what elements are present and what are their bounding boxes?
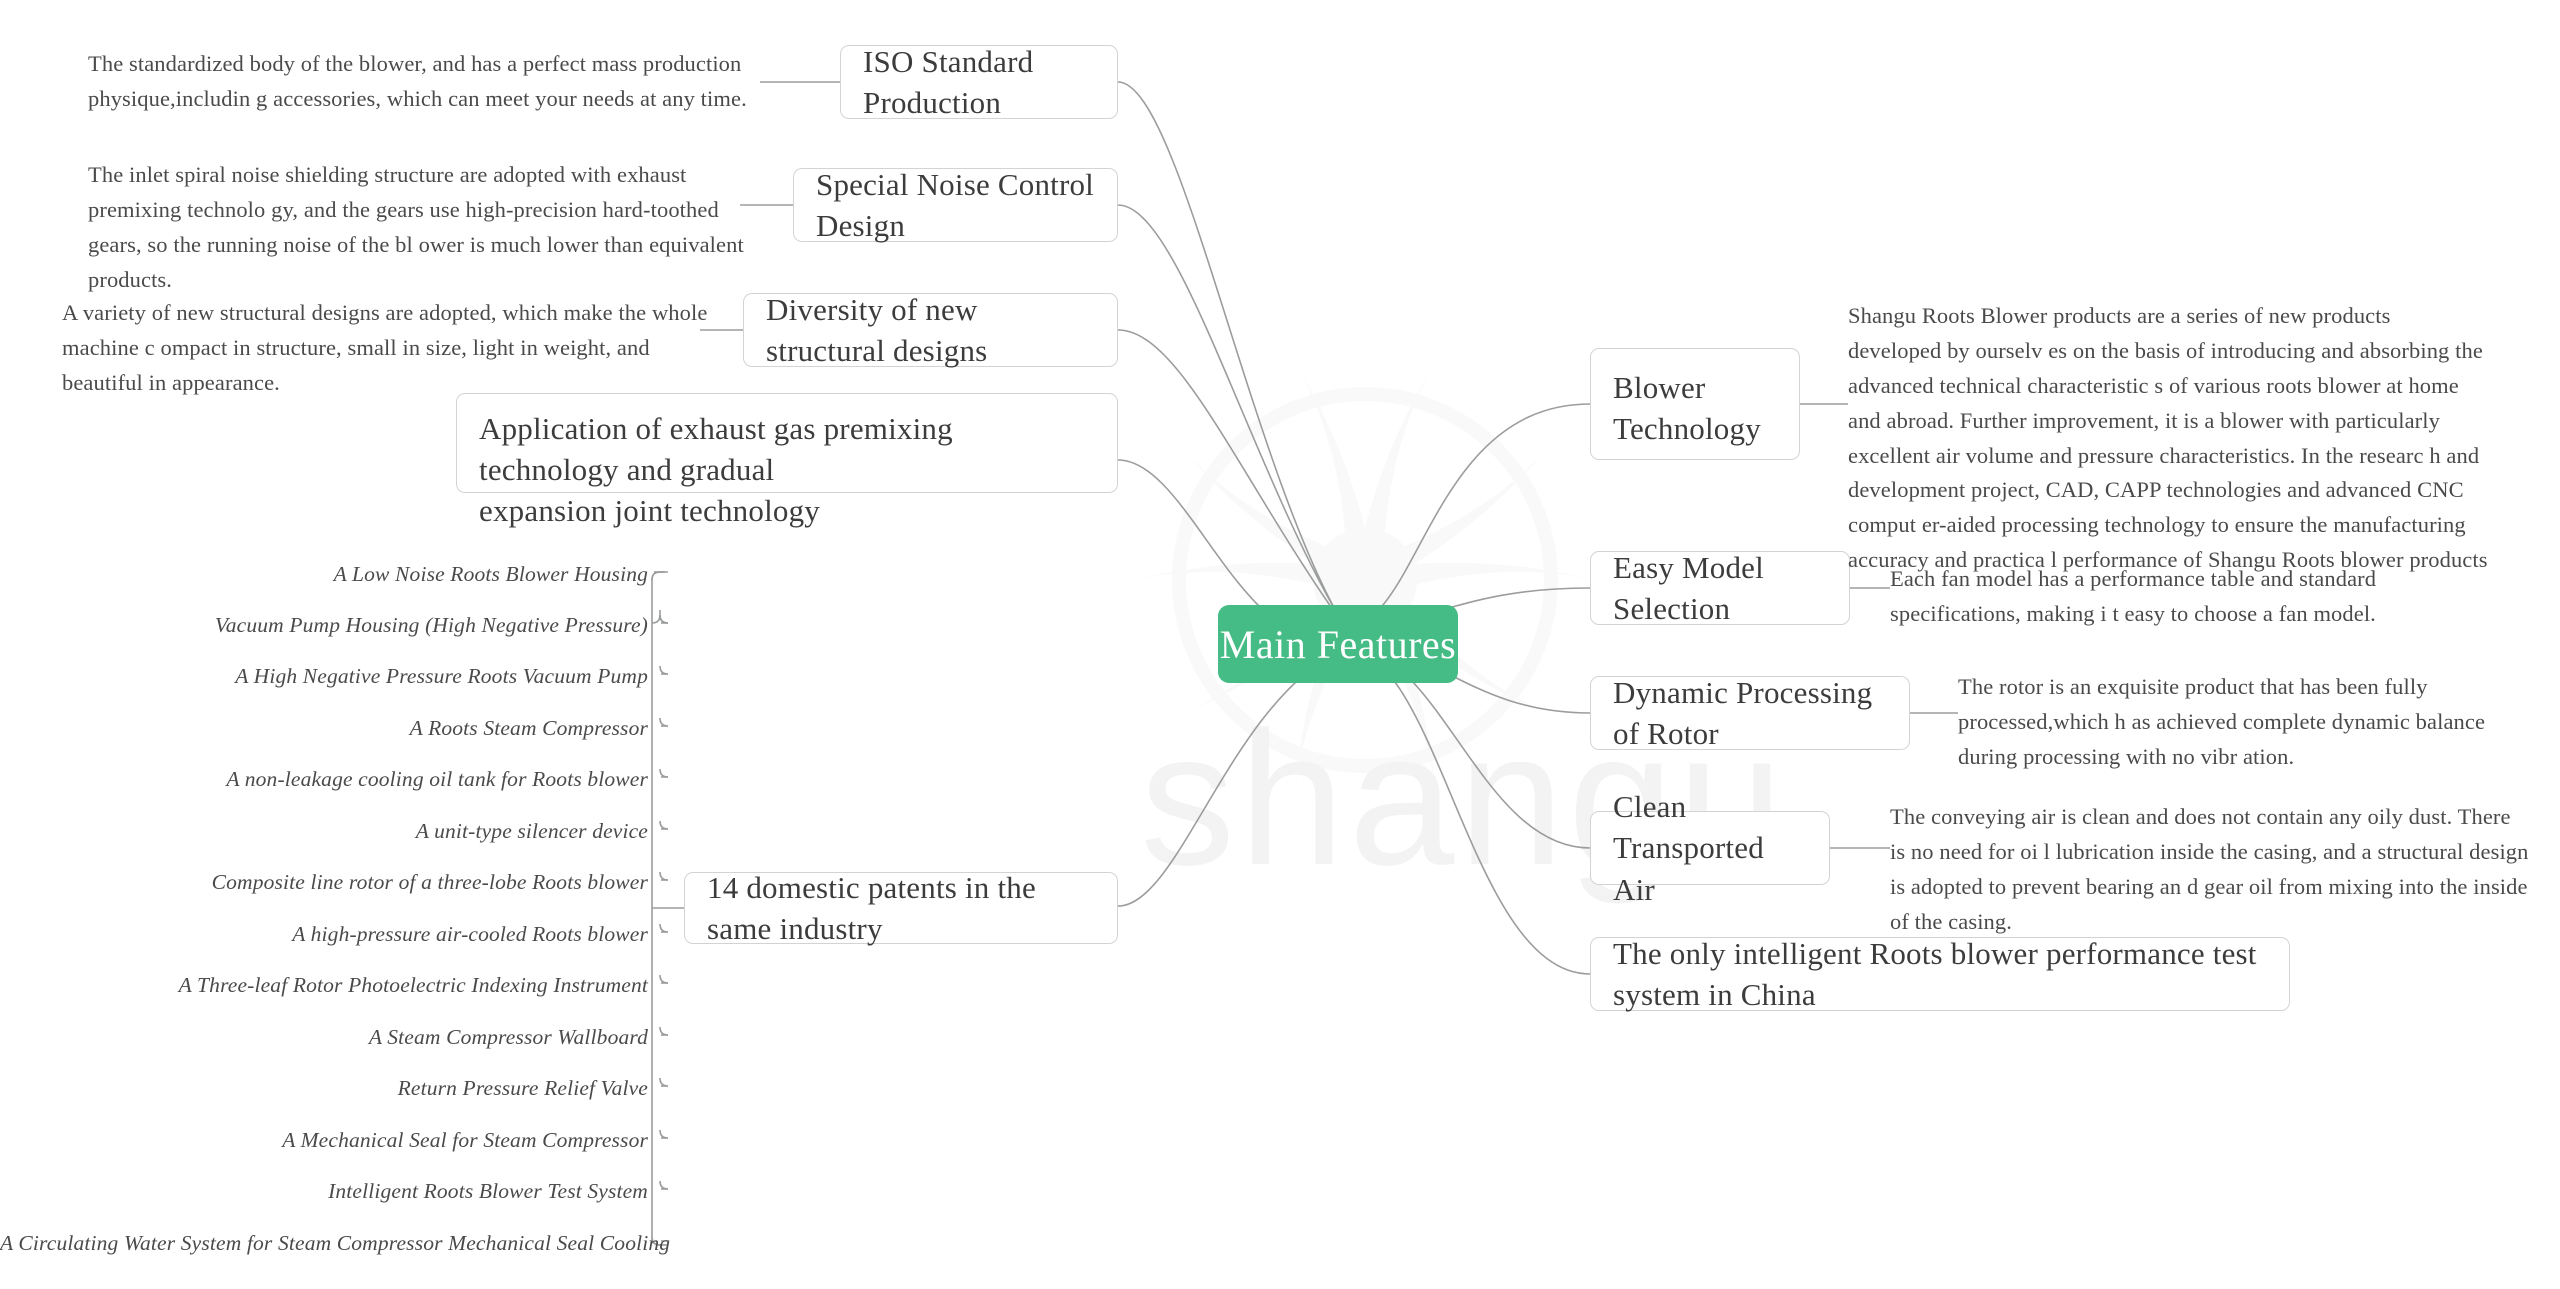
patent-list-item[interactable]: A High Negative Pressure Roots Vacuum Pu… [0, 664, 648, 689]
patent-list-item[interactable]: A Low Noise Roots Blower Housing [0, 562, 648, 587]
patent-list-item[interactable]: Composite line rotor of a three-lobe Roo… [0, 870, 648, 895]
description-line: ation. [2242, 743, 2295, 769]
blower-technology-description: Shangu Roots Blower products are a serie… [1848, 299, 2488, 578]
center-node-label: Main Features [1219, 621, 1457, 667]
node-label: Special Noise Control Design [816, 166, 1094, 243]
patent-list-item[interactable]: A unit-type silencer device [0, 819, 648, 844]
node-label-line: Technology [1613, 411, 1761, 447]
dynamic-processing-of-rotor-description: The rotor is an exquisite product that h… [1958, 670, 2518, 775]
mindmap-canvas: shangu The standardized body of the blow… [0, 0, 2560, 1289]
patent-label: Vacuum Pump Housing (High Negative Press… [214, 613, 648, 637]
easy-model-selection-description: Each fan model has a performance table a… [1890, 562, 2510, 632]
patent-list-item[interactable]: A Three-leaf Rotor Photoelectric Indexin… [0, 973, 648, 998]
patent-label: A high-pressure air-cooled Roots blower [292, 922, 648, 946]
node-clean-transported-air[interactable]: Clean Transported Air [1590, 789, 1830, 907]
patent-label: A High Negative Pressure Roots Vacuum Pu… [235, 664, 648, 688]
node-special-noise-control-design[interactable]: Special Noise Control Design [793, 167, 1118, 243]
special-noise-control-design-description: The inlet spiral noise shielding structu… [88, 158, 748, 298]
patent-label: Composite line rotor of a three-lobe Roo… [211, 870, 648, 894]
node-label-line: expansion joint technology [479, 493, 820, 529]
node-label: ISO Standard Production [863, 43, 1034, 120]
patent-label: A unit-type silencer device [415, 819, 648, 843]
node-easy-model-selection[interactable]: Easy Model Selection [1590, 550, 1850, 626]
patent-label: A Roots Steam Compressor [409, 716, 648, 740]
node-blower-technology[interactable]: Blower Technology [1590, 348, 1800, 460]
node-label: Easy Model Selection [1613, 549, 1764, 626]
node-label: Clean Transported Air [1613, 789, 1764, 907]
iso-standard-production-description: The standardized body of the blower, and… [88, 47, 778, 117]
center-node-main-features[interactable]: Main Features [1218, 605, 1458, 683]
patent-list-item[interactable]: A Roots Steam Compressor [0, 716, 648, 741]
node-iso-standard-production[interactable]: ISO Standard Production [840, 44, 1118, 120]
node-label-line: Blower [1613, 370, 1706, 405]
node-domestic-patents[interactable]: 14 domestic patents in the same industry [684, 870, 1118, 946]
patent-list-item[interactable]: Vacuum Pump Housing (High Negative Press… [0, 613, 648, 638]
patent-label: Return Pressure Relief Valve [397, 1076, 648, 1100]
patent-list-item[interactable]: A non-leakage cooling oil tank for Roots… [0, 767, 648, 792]
description-line: t easy to choose a fan model. [2112, 600, 2376, 626]
node-intelligent-test-system[interactable]: The only intelligent Roots blower perfor… [1590, 936, 2290, 1012]
clean-transported-air-description: The conveying air is clean and does not … [1890, 800, 2530, 940]
description-line: g accessories, which can meet your needs… [256, 85, 747, 111]
patent-label: A Low Noise Roots Blower Housing [333, 562, 648, 586]
node-label-line: Application of exhaust gas premixing tec… [479, 411, 953, 488]
node-label: Dynamic Processing of Rotor [1613, 674, 1873, 751]
patent-list-item[interactable]: Return Pressure Relief Valve [0, 1076, 648, 1101]
node-label: Diversity of new structural designs [766, 291, 988, 368]
patent-label: A Steam Compressor Wallboard [368, 1025, 648, 1049]
patent-list-item[interactable]: A Circulating Water System for Steam Com… [0, 1231, 670, 1256]
node-diversity-of-new-structural-designs[interactable]: Diversity of new structural designs [743, 292, 1118, 368]
patent-label: A Mechanical Seal for Steam Compressor [282, 1128, 648, 1152]
patent-label: Intelligent Roots Blower Test System [328, 1179, 648, 1203]
node-label: 14 domestic patents in the same industry [707, 869, 1036, 946]
diversity-of-new-structural-designs-description: A variety of new structural designs are … [62, 296, 712, 401]
node-label: The only intelligent Roots blower perfor… [1613, 935, 2257, 1012]
patent-label: A Three-leaf Rotor Photoelectric Indexin… [178, 973, 648, 997]
patent-list-item[interactable]: Intelligent Roots Blower Test System [0, 1179, 648, 1204]
patent-label: A non-leakage cooling oil tank for Roots… [226, 767, 648, 791]
node-exhaust-gas-premixing-technology[interactable]: Application of exhaust gas premixing tec… [456, 393, 1118, 528]
patent-label: A Circulating Water System for Steam Com… [0, 1231, 671, 1255]
patent-list-item[interactable]: A high-pressure air-cooled Roots blower [0, 922, 648, 947]
patent-list-item[interactable]: A Mechanical Seal for Steam Compressor [0, 1128, 648, 1153]
patent-list-item[interactable]: A Steam Compressor Wallboard [0, 1025, 648, 1050]
node-dynamic-processing-of-rotor[interactable]: Dynamic Processing of Rotor [1590, 675, 1910, 751]
